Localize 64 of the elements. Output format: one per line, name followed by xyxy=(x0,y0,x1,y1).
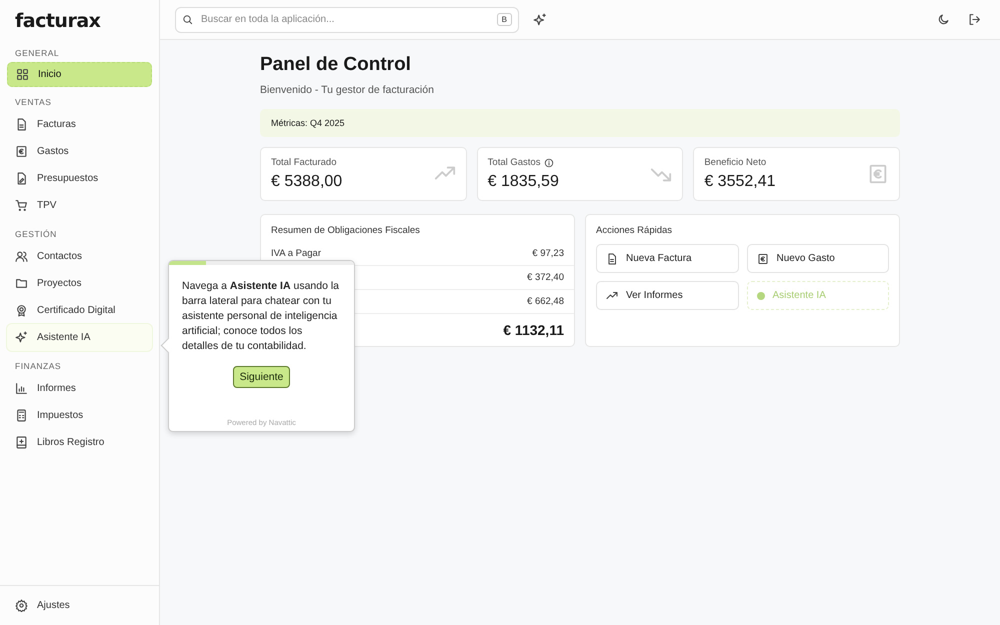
card-title: Resumen de Obligaciones Fiscales xyxy=(270,224,421,238)
settings-item[interactable]: Ajustes xyxy=(7,592,152,619)
sidebar-item[interactable]: Informes xyxy=(7,375,152,402)
trend-up-icon xyxy=(606,290,618,302)
row-value: € 97,23 xyxy=(532,248,564,259)
section-label: GENERAL xyxy=(14,47,60,60)
users-icon xyxy=(15,250,28,263)
tour-text: Navega a Asistente IA usando la barra lateral para chatear con tu asistente personal de inteligencia artificial; conoce todos los detalles de tu contabilidad. xyxy=(181,279,340,354)
next-button[interactable]: Siguiente xyxy=(232,366,290,388)
section-label: VENTAS xyxy=(14,96,52,109)
page-subtitle: Bienvenido - Tu gestor de facturación xyxy=(260,84,434,96)
book-icon xyxy=(15,436,28,449)
card-title: Acciones Rápidas xyxy=(595,224,674,238)
grid-icon xyxy=(16,68,29,81)
stat-value: € 1835,59 xyxy=(488,173,559,191)
euro-icon xyxy=(756,252,768,264)
sidebar-item[interactable]: Contactos xyxy=(7,243,152,270)
moon-icon xyxy=(937,13,950,26)
sidebar-item[interactable]: Gastos xyxy=(7,138,152,165)
action-button[interactable]: Ver Informes xyxy=(596,281,738,310)
loading-dot-icon xyxy=(756,292,764,300)
logout-icon xyxy=(968,13,981,26)
action-button[interactable]: Nuevo Gasto xyxy=(746,244,889,273)
folder-icon xyxy=(15,277,28,290)
sidebar-item[interactable]: Impuestos xyxy=(7,402,152,429)
sidebar-item[interactable]: TPV xyxy=(7,192,152,219)
stat-label: Total Facturado xyxy=(271,157,336,168)
sidebar-item[interactable]: Libros Registro xyxy=(7,429,152,456)
app-logo: facturax xyxy=(14,9,102,34)
search-input[interactable]: Buscar en toda la aplicación... xyxy=(199,13,491,26)
badge-icon xyxy=(15,304,28,317)
stat-value: € 5388,00 xyxy=(271,173,342,191)
stat-value: € 3552,41 xyxy=(704,173,776,191)
search-field[interactable]: Buscar en toda la aplicación... B xyxy=(175,6,519,32)
sparkle-icon xyxy=(533,12,547,26)
bar-chart-icon xyxy=(15,382,28,395)
sidebar-item[interactable]: Asistente IA xyxy=(7,324,152,351)
row-value: € 372,40 xyxy=(527,272,564,283)
euro-icon xyxy=(15,145,28,158)
action-button[interactable]: Nueva Factura xyxy=(596,244,738,273)
document-icon xyxy=(606,252,618,264)
page-title: Panel de Control xyxy=(260,54,411,76)
stat-label: Beneficio Neto xyxy=(704,157,766,168)
section-label: GESTIÓN xyxy=(14,228,58,241)
period-banner: Métricas: Q4 2025 xyxy=(260,109,900,137)
calculator-icon xyxy=(15,409,28,422)
shortcut-key: B xyxy=(496,13,512,26)
cart-icon xyxy=(15,199,28,212)
euro-icon xyxy=(867,163,889,185)
row-value: € 662,48 xyxy=(527,296,564,307)
sidebar-item[interactable]: Inicio xyxy=(7,62,152,87)
document-icon xyxy=(15,118,28,131)
sidebar-item[interactable]: Presupuestos xyxy=(7,165,152,192)
settings-icon xyxy=(15,599,28,612)
sparkle-icon xyxy=(15,331,28,344)
sidebar-item[interactable]: Certificado Digital xyxy=(7,297,152,324)
sidebar-item[interactable]: Facturas xyxy=(7,111,152,138)
section-label: FINANZAS xyxy=(14,360,62,373)
sidebar-item[interactable]: Proyectos xyxy=(7,270,152,297)
search-icon xyxy=(182,14,193,25)
stat-label: Total Gastos xyxy=(488,157,540,168)
document-pen-icon xyxy=(15,172,28,185)
row-label: IVA a Pagar xyxy=(271,248,321,259)
total-value: € 1132,11 xyxy=(503,322,564,338)
